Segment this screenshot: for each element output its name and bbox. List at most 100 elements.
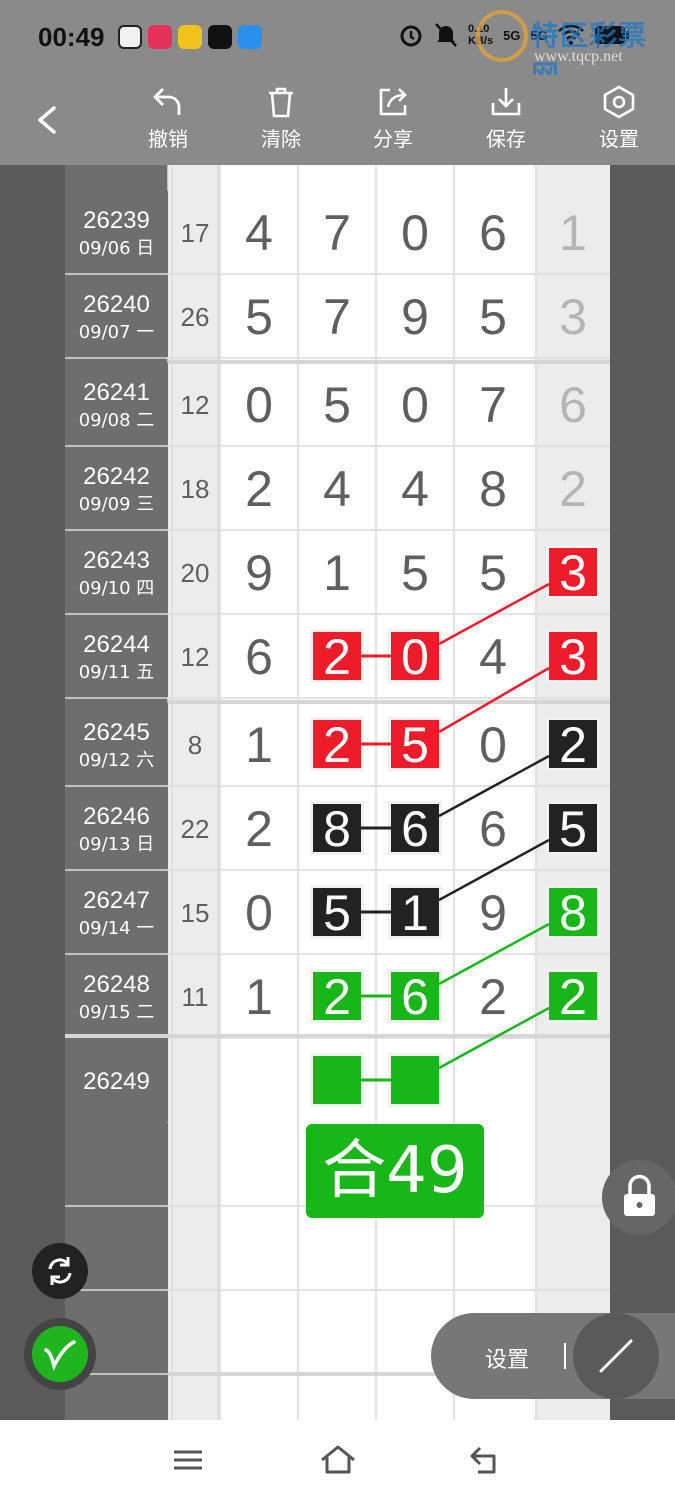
divider xyxy=(564,1343,566,1369)
refresh-icon xyxy=(48,1257,72,1285)
digit-cell: 4 xyxy=(401,461,429,517)
group-separator xyxy=(168,700,610,704)
prediction-box xyxy=(391,1056,439,1104)
clear-label: 清除 xyxy=(261,129,301,151)
prediction-box xyxy=(313,1056,361,1104)
pen-button[interactable] xyxy=(24,1318,96,1390)
sum-value: 26 xyxy=(181,302,210,332)
digit-cell: 6 xyxy=(245,629,273,685)
home-icon[interactable] xyxy=(318,1442,358,1478)
chat-app-icon xyxy=(238,25,262,49)
issue-number: 26248 xyxy=(83,971,150,998)
highlight-digit: 2 xyxy=(323,717,351,773)
undo-button[interactable]: 撤销 xyxy=(133,85,203,152)
digit-cell: 7 xyxy=(479,377,507,433)
left-margin xyxy=(0,165,65,1420)
download-icon xyxy=(491,88,521,116)
settings-button[interactable]: 设置 xyxy=(584,85,654,152)
back-nav-icon[interactable] xyxy=(466,1442,506,1478)
trend-chart[interactable]: 2623909/06 日17 4 7 0 6 12624009/07 一26 5 7 9 5 326… xyxy=(65,165,610,1420)
digit-cell: 5 xyxy=(245,289,273,345)
trash-icon xyxy=(269,87,293,118)
share-button[interactable]: 分享 xyxy=(358,85,428,152)
menu-icon[interactable] xyxy=(168,1442,208,1478)
digit-cell: 5 xyxy=(323,377,351,433)
digit-cell: 0 xyxy=(479,717,507,773)
highlight-digit: 3 xyxy=(559,629,587,685)
highlight-digit: 8 xyxy=(323,801,351,857)
issue-date: 09/10 四 xyxy=(79,578,155,599)
digit-cell: 6 xyxy=(479,205,507,261)
save-button[interactable]: 保存 xyxy=(471,85,541,152)
digit-cell: 2 xyxy=(245,461,273,517)
sum-value: 12 xyxy=(181,642,210,672)
digit-cell: 7 xyxy=(323,289,351,345)
digit-cell: 1 xyxy=(245,969,273,1025)
issue-date: 09/06 日 xyxy=(79,238,155,259)
toolbar: 撤销 清除 分享 保存 设置 xyxy=(0,75,675,165)
highlight-digit: 2 xyxy=(559,969,587,1025)
clock: 00:49 xyxy=(38,22,105,52)
settings-icon xyxy=(603,85,635,119)
issue-date: 09/09 三 xyxy=(79,494,155,515)
line-tool-button[interactable] xyxy=(573,1313,659,1399)
empty-issue-cell xyxy=(65,1123,168,1205)
issue-date: 09/12 六 xyxy=(79,750,155,771)
digit-cell: 5 xyxy=(479,545,507,601)
sum-value: 18 xyxy=(181,474,210,504)
floating-settings-button[interactable]: 设置 xyxy=(485,1342,529,1374)
sum-value: 11 xyxy=(182,982,209,1012)
issue-number: 26247 xyxy=(83,887,150,914)
watermark-url: www.tqcp.net xyxy=(534,48,623,65)
group-separator xyxy=(168,360,610,364)
navigation-bar xyxy=(0,1420,675,1500)
issue-date: 09/11 五 xyxy=(79,662,155,683)
app-icon-1 xyxy=(118,25,142,49)
back-icon[interactable] xyxy=(28,100,68,140)
last-digit-cell: 1 xyxy=(559,205,587,261)
issue-date: 09/07 一 xyxy=(79,322,155,343)
highlight-digit: 0 xyxy=(401,629,429,685)
issue-date: 09/13 日 xyxy=(79,834,155,855)
alarm-icon xyxy=(400,25,422,47)
digit-cell: 5 xyxy=(479,289,507,345)
issue-number: 26242 xyxy=(83,463,150,490)
digit-cell: 1 xyxy=(323,545,351,601)
settings-label: 设置 xyxy=(599,129,639,151)
tiktok-icon xyxy=(208,25,232,49)
digit-cell: 2 xyxy=(479,969,507,1025)
digit-cell: 0 xyxy=(245,885,273,941)
highlight-digit: 5 xyxy=(401,717,429,773)
sum-value: 20 xyxy=(181,558,210,588)
issue-number: 26239 xyxy=(83,207,150,234)
digit-cell: 2 xyxy=(245,801,273,857)
digit-cell: 7 xyxy=(323,205,351,261)
trend-chart-board[interactable]: 26239 09/06 日 17 4 7 0 6 1 26240 09/07 一 26 5 7 9 5 3 26… xyxy=(65,165,610,1420)
result-label: 合49 xyxy=(322,1134,467,1208)
undo-icon xyxy=(153,88,181,115)
refresh-button[interactable] xyxy=(32,1243,88,1299)
sum-value: 22 xyxy=(181,814,210,844)
highlight-digit: 6 xyxy=(401,801,429,857)
highlight-digit: 5 xyxy=(559,801,587,857)
last-column-bg xyxy=(536,165,610,1420)
issue-number: 26240 xyxy=(83,291,150,318)
last-digit-cell: 3 xyxy=(559,289,587,345)
clear-button[interactable]: 清除 xyxy=(246,85,316,152)
issue-date: 09/15 二 xyxy=(79,1002,155,1023)
undo-label: 撤销 xyxy=(148,129,188,151)
lock-button[interactable] xyxy=(602,1160,675,1235)
digit-cell: 9 xyxy=(245,545,273,601)
sum-value: 15 xyxy=(181,898,210,928)
last-digit-cell: 6 xyxy=(559,377,587,433)
sum-value: 8 xyxy=(188,730,202,760)
lock-icon xyxy=(624,1174,655,1216)
watermark: 特区彩票网 www.tqcp.net xyxy=(476,8,671,91)
issue-number: 26241 xyxy=(83,379,150,406)
mute-icon xyxy=(435,23,457,47)
share-label: 分享 xyxy=(373,129,413,151)
digit-cell: 5 xyxy=(401,545,429,601)
highlight-digit: 2 xyxy=(559,717,587,773)
save-label: 保存 xyxy=(486,129,526,151)
next-issue-number: 26249 xyxy=(83,1068,150,1095)
